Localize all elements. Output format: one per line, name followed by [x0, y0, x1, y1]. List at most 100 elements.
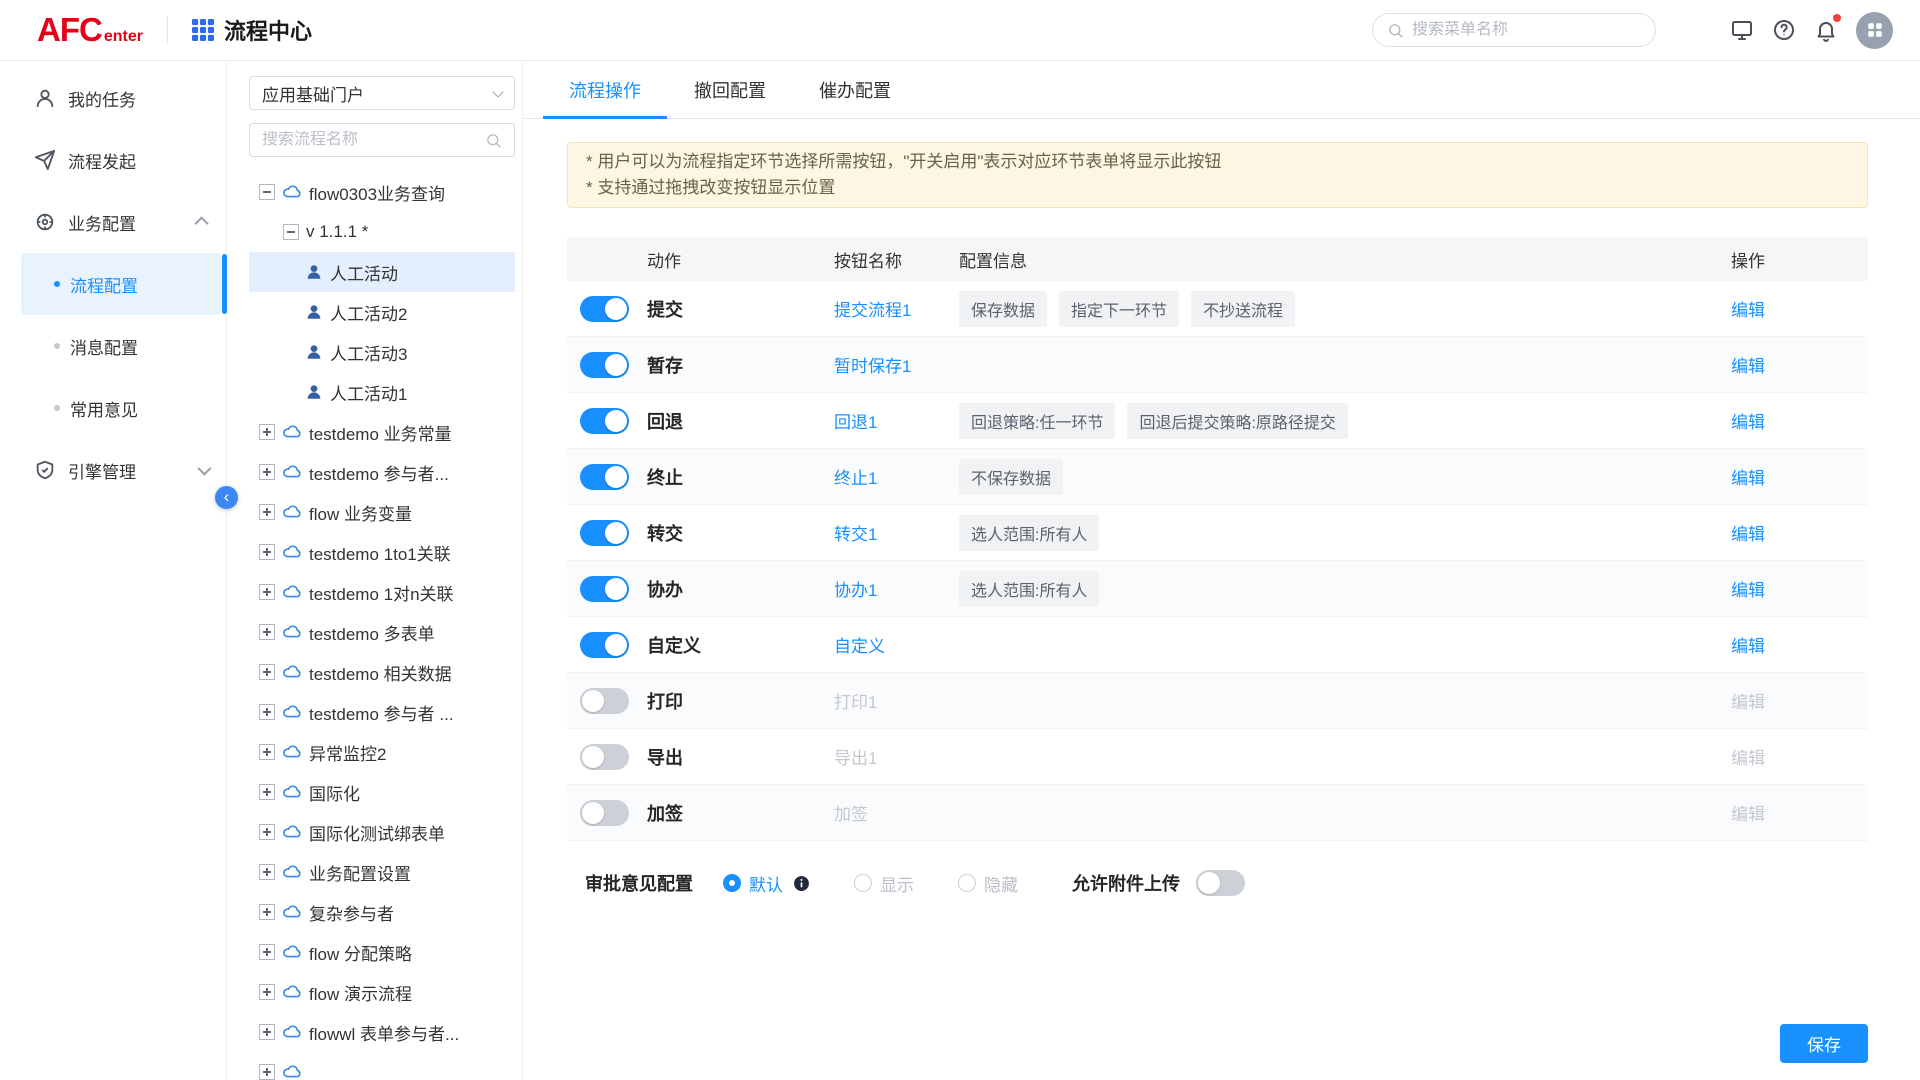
sidebar-item-common-opinions[interactable]: 常用意见 [0, 377, 226, 439]
tree-node-flow[interactable]: 复杂参与者 [249, 892, 515, 932]
tab-withdraw-config[interactable]: 撤回配置 [692, 61, 768, 118]
tree-node-flow[interactable]: testdemo 业务常量 [249, 412, 515, 452]
collapse-panel-icon[interactable] [215, 486, 238, 509]
help-icon[interactable] [1772, 18, 1796, 42]
expander-plus-icon[interactable] [259, 864, 275, 880]
tree-node-flow[interactable]: flowwl 表单参与者... [249, 1012, 515, 1052]
expander-plus-icon[interactable] [259, 824, 275, 840]
edit-link[interactable]: 编辑 [1731, 469, 1765, 488]
radio-hide[interactable]: 隐藏 [958, 871, 1018, 896]
expander-plus-icon[interactable] [259, 544, 275, 560]
tree-node-activity[interactable]: 人工活动2 [249, 292, 515, 332]
button-name-link[interactable]: 导出1 [834, 749, 877, 768]
tree-node-flow[interactable]: testdemo 相关数据 [249, 652, 515, 692]
sidebar-item-engine-mgmt[interactable]: 引擎管理 [0, 439, 226, 501]
sidebar-item-message-config[interactable]: 消息配置 [0, 315, 226, 377]
expander-plus-icon[interactable] [259, 944, 275, 960]
toggle-switch[interactable] [580, 800, 629, 826]
edit-link[interactable]: 编辑 [1731, 749, 1765, 768]
expander-plus-icon[interactable] [259, 744, 275, 760]
tree-node-flow[interactable]: testdemo 1to1关联 [249, 532, 515, 572]
expander-plus-icon[interactable] [259, 464, 275, 480]
button-name-link[interactable]: 终止1 [834, 469, 877, 488]
button-name-link[interactable]: 回退1 [834, 413, 877, 432]
save-button[interactable]: 保存 [1780, 1024, 1868, 1063]
toggle-switch[interactable] [580, 520, 629, 546]
app-selector-dropdown[interactable]: 应用基础门户 [249, 76, 515, 110]
tab-urge-config[interactable]: 催办配置 [817, 61, 893, 118]
expander-plus-icon[interactable] [259, 704, 275, 720]
edit-link[interactable]: 编辑 [1731, 581, 1765, 600]
attachment-toggle[interactable] [1196, 870, 1245, 896]
expander-plus-icon[interactable] [259, 1064, 275, 1080]
toggle-switch[interactable] [580, 464, 629, 490]
edit-link[interactable]: 编辑 [1731, 357, 1765, 376]
info-icon[interactable] [793, 875, 810, 892]
edit-link[interactable]: 编辑 [1731, 413, 1765, 432]
expander-plus-icon[interactable] [259, 424, 275, 440]
sidebar-item-my-tasks[interactable]: 我的任务 [0, 67, 226, 129]
expander-plus-icon[interactable] [259, 584, 275, 600]
expander-plus-icon[interactable] [259, 904, 275, 920]
logo[interactable]: AFC enter [37, 11, 143, 49]
expander-plus-icon[interactable] [259, 504, 275, 520]
tree-node-activity[interactable]: 人工活动 [249, 252, 515, 292]
tree-node-flow[interactable]: testdemo 参与者... [249, 452, 515, 492]
radio-default[interactable]: 默认 [723, 871, 810, 896]
tree-node-flow[interactable]: flow 业务变量 [249, 492, 515, 532]
tree-node-flow[interactable]: 国际化 [249, 772, 515, 812]
expander-plus-icon[interactable] [259, 664, 275, 680]
button-name-link[interactable]: 打印1 [834, 693, 877, 712]
expander-plus-icon[interactable] [259, 1024, 275, 1040]
tree-node-flow[interactable]: flow 分配策略 [249, 932, 515, 972]
avatar[interactable] [1856, 12, 1893, 49]
tree-node-flow[interactable]: flow 演示流程 [249, 972, 515, 1012]
expander-minus-icon[interactable] [259, 184, 275, 200]
tree-search-input[interactable] [262, 131, 485, 149]
toggle-switch[interactable] [580, 408, 629, 434]
app-grid-icon[interactable] [192, 19, 214, 41]
tree-node-flow[interactable]: 业务配置设置 [249, 852, 515, 892]
button-name-link[interactable]: 协办1 [834, 581, 877, 600]
radio-show[interactable]: 显示 [854, 871, 914, 896]
toggle-switch[interactable] [580, 744, 629, 770]
tree-node-flow[interactable]: testdemo 1对n关联 [249, 572, 515, 612]
edit-link[interactable]: 编辑 [1731, 637, 1765, 656]
sidebar-item-process-start[interactable]: 流程发起 [0, 129, 226, 191]
tree-node-activity[interactable]: 人工活动3 [249, 332, 515, 372]
tab-process-actions[interactable]: 流程操作 [567, 61, 643, 118]
button-name-link[interactable]: 暂时保存1 [834, 357, 911, 376]
tree-node-flow[interactable]: testdemo 参与者 ... [249, 692, 515, 732]
tree-node-activity[interactable]: 人工活动1 [249, 372, 515, 412]
tree-node-flow[interactable]: 国际化测试绑表单 [249, 812, 515, 852]
button-name-link[interactable]: 转交1 [834, 525, 877, 544]
global-search-input[interactable] [1412, 21, 1641, 39]
edit-link[interactable]: 编辑 [1731, 525, 1765, 544]
edit-link[interactable]: 编辑 [1731, 693, 1765, 712]
sidebar-item-process-config[interactable]: 流程配置 [21, 253, 221, 315]
edit-link[interactable]: 编辑 [1731, 805, 1765, 824]
button-name-link[interactable]: 加签 [834, 805, 868, 824]
expander-minus-icon[interactable] [283, 224, 299, 240]
sidebar-item-business-config[interactable]: 业务配置 [0, 191, 226, 253]
tree-node-version[interactable]: v 1.1.1 * [249, 212, 515, 252]
tree-node-root[interactable]: flow0303业务查询 [249, 172, 515, 212]
edit-link[interactable]: 编辑 [1731, 301, 1765, 320]
button-name-link[interactable]: 提交流程1 [834, 301, 911, 320]
toggle-switch[interactable] [580, 296, 629, 322]
tree-node-flow[interactable]: testdemo 多表单 [249, 612, 515, 652]
tree-node-flow[interactable]: 异常监控2 [249, 732, 515, 772]
toggle-switch[interactable] [580, 352, 629, 378]
tree-search[interactable] [249, 123, 515, 157]
expander-plus-icon[interactable] [259, 984, 275, 1000]
global-search[interactable] [1372, 13, 1656, 47]
notification-bell-icon[interactable] [1814, 18, 1838, 42]
toggle-switch[interactable] [580, 576, 629, 602]
button-name-link[interactable]: 自定义 [834, 637, 885, 656]
toggle-switch[interactable] [580, 688, 629, 714]
monitor-icon[interactable] [1730, 18, 1754, 42]
toggle-switch[interactable] [580, 632, 629, 658]
expander-plus-icon[interactable] [259, 624, 275, 640]
tree-node-flow-partial[interactable] [249, 1052, 515, 1080]
expander-plus-icon[interactable] [259, 784, 275, 800]
